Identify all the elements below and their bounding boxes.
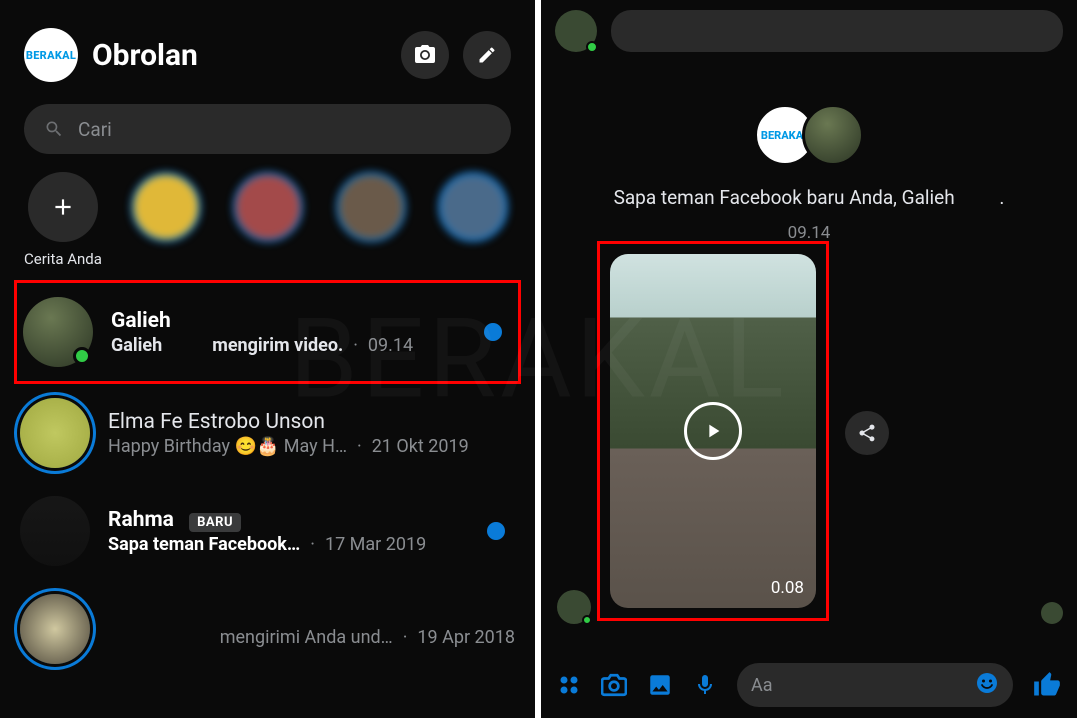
chat-name: Elma Fe Estrobo Unson <box>108 410 515 434</box>
intro-timestamp: 09.14 <box>541 223 1077 243</box>
camera-button[interactable] <box>401 31 449 79</box>
online-indicator <box>586 41 598 53</box>
camera-icon <box>601 672 627 698</box>
intro-section: BERAKAL Sapa teman Facebook baru Anda, G… <box>541 104 1077 243</box>
stories-row: Cerita Anda <box>0 172 535 268</box>
emoji-icon <box>975 671 999 695</box>
message-input[interactable]: Aa <box>737 663 1013 707</box>
your-story-label: Cerita Anda <box>24 250 102 268</box>
friend-avatar <box>802 104 864 166</box>
composer: Aa <box>541 652 1077 718</box>
gallery-button[interactable] <box>647 672 673 698</box>
online-indicator <box>73 347 91 365</box>
story-item[interactable] <box>230 172 306 266</box>
story-item[interactable] <box>128 172 204 266</box>
compose-button[interactable] <box>463 31 511 79</box>
emoji-button[interactable] <box>975 671 999 699</box>
input-placeholder: Aa <box>751 675 773 696</box>
unread-indicator <box>484 323 502 341</box>
chat-name: Galieh <box>111 309 466 333</box>
chat-item-rahma[interactable]: Rahma BARU Sapa teman Facebook… · 17 Mar… <box>0 482 535 580</box>
chats-panel: BERAKAL Obrolan Cari Cerita Anda <box>0 0 535 718</box>
unread-indicator <box>487 522 505 540</box>
video-duration: 0.08 <box>771 578 804 598</box>
chat-list: Galieh Galieh mengirim video. · 09.14 El… <box>0 280 535 678</box>
seen-indicator <box>1041 602 1063 624</box>
intro-avatars: BERAKAL <box>754 104 864 168</box>
page-title: Obrolan <box>92 38 387 73</box>
video-message-highlighted: 0.08 <box>597 241 829 621</box>
search-icon <box>44 119 64 139</box>
chat-item-elma[interactable]: Elma Fe Estrobo Unson Happy Birthday 😊🎂 … <box>0 384 535 482</box>
conversation-panel: BERAKAL Sapa teman Facebook baru Anda, G… <box>541 0 1077 718</box>
story-item[interactable] <box>332 172 408 266</box>
apps-button[interactable] <box>557 673 581 697</box>
image-icon <box>647 672 673 698</box>
share-button[interactable] <box>845 411 889 455</box>
sender-avatar-bottom <box>557 590 591 624</box>
chat-name: Rahma BARU <box>108 508 469 532</box>
new-badge: BARU <box>189 513 241 532</box>
search-input[interactable]: Cari <box>24 104 511 154</box>
intro-text: Sapa teman Facebook baru Anda, Galieh <box>614 186 955 209</box>
chat-item-galieh[interactable]: Galieh Galieh mengirim video. · 09.14 <box>14 280 521 384</box>
search-placeholder: Cari <box>78 118 112 141</box>
video-thumbnail[interactable]: 0.08 <box>610 254 816 608</box>
chat-item-4[interactable]: mengirimi Anda und… · 19 Apr 2018 <box>0 580 535 678</box>
share-icon <box>857 423 877 443</box>
sender-avatar[interactable] <box>555 10 597 52</box>
story-item[interactable] <box>435 172 511 266</box>
mic-icon <box>693 673 717 697</box>
chats-header: BERAKAL Obrolan <box>0 0 535 94</box>
apps-icon <box>557 673 581 697</box>
play-icon <box>702 420 724 442</box>
camera-icon <box>413 43 437 67</box>
message-bubble[interactable] <box>611 10 1063 52</box>
thumb-up-icon <box>1033 671 1061 699</box>
mic-button[interactable] <box>693 673 717 697</box>
add-story[interactable]: Cerita Anda <box>24 172 102 268</box>
plus-icon <box>50 194 76 220</box>
like-button[interactable] <box>1033 671 1061 699</box>
play-button[interactable] <box>684 402 742 460</box>
camera-button[interactable] <box>601 672 627 698</box>
pencil-icon <box>477 45 497 65</box>
message-row <box>541 0 1077 62</box>
profile-avatar[interactable]: BERAKAL <box>24 28 78 82</box>
